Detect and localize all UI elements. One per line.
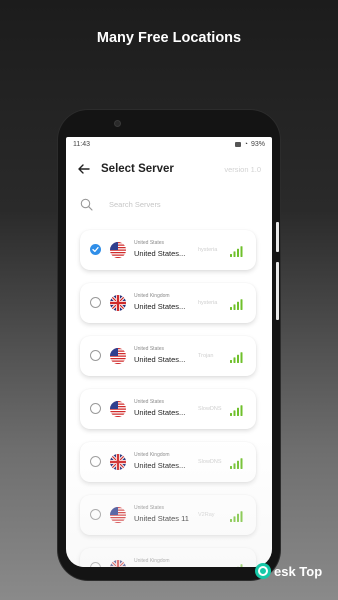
promo-headline: Many Free Locations [96, 30, 242, 46]
uk-flag-icon [110, 454, 126, 470]
radio-checked-icon[interactable] [90, 244, 101, 255]
radio-unchecked-icon[interactable] [90, 562, 101, 567]
us-flag-icon [110, 507, 126, 523]
uk-flag-icon [110, 560, 126, 567]
server-name: United States 11 [134, 514, 189, 523]
signal-strength-icon [230, 403, 244, 416]
radio-unchecked-icon[interactable] [90, 297, 101, 308]
wifi-icon: ◔ [243, 140, 248, 148]
server-card[interactable]: United States United States... hysteria [80, 230, 256, 270]
signal-strength-icon [230, 297, 244, 310]
radio-unchecked-icon[interactable] [90, 456, 101, 467]
battery-level: 93% [250, 140, 265, 148]
signal-strength-icon [230, 456, 244, 469]
server-protocol: hysteria [198, 300, 218, 306]
search-icon [80, 198, 93, 211]
radio-unchecked-icon[interactable] [90, 403, 101, 414]
server-protocol: Trojan [198, 353, 214, 359]
signal-strength-icon [230, 350, 244, 363]
phone-power-button [276, 262, 279, 320]
us-flag-icon [110, 242, 126, 258]
notification-icon [234, 141, 241, 147]
server-card[interactable]: United States United States 11 V2Ray [80, 495, 256, 535]
server-card[interactable]: United Kingdom United States... hysteria [80, 283, 256, 323]
watermark-text: esk Top [274, 563, 323, 579]
server-protocol: SlowDNS [198, 459, 222, 465]
server-card[interactable]: United States United States... SlowDNS [80, 389, 256, 429]
desktop-logo-icon [255, 563, 271, 579]
search-input[interactable]: Search Servers [109, 200, 161, 209]
server-name: United States... [134, 355, 186, 364]
radio-unchecked-icon[interactable] [90, 350, 101, 361]
server-country: United States [134, 505, 165, 511]
server-card[interactable]: United Kingdom [80, 548, 256, 567]
server-protocol: hysteria [198, 247, 218, 253]
status-time: 11:43 [73, 140, 90, 148]
server-country: United States [134, 240, 165, 246]
signal-strength-icon [230, 562, 244, 567]
signal-strength-icon [230, 509, 244, 522]
front-camera [114, 120, 121, 127]
watermark: esk Top [254, 562, 322, 580]
status-bar: 11:43 ◔ 93% [66, 137, 272, 151]
app-header: Select Server version 1.0 [66, 159, 272, 181]
us-flag-icon [110, 348, 126, 364]
server-protocol: SlowDNS [198, 406, 222, 412]
server-name: United States... [134, 249, 186, 258]
server-country: United Kingdom [134, 558, 170, 564]
us-flag-icon [110, 401, 126, 417]
page-title: Select Server [101, 163, 174, 175]
server-country: United States [134, 346, 165, 352]
server-country: United Kingdom [134, 293, 170, 299]
phone-screen: 11:43 ◔ 93% Select Server version 1.0 Se… [66, 137, 272, 567]
server-card[interactable]: United Kingdom United States... SlowDNS [80, 442, 256, 482]
signal-strength-icon [230, 244, 244, 257]
back-arrow-icon[interactable] [77, 162, 91, 176]
server-card[interactable]: United States United States... Trojan [80, 336, 256, 376]
version-label: version 1.0 [224, 165, 261, 174]
server-name: United States... [134, 302, 186, 311]
uk-flag-icon [110, 295, 126, 311]
server-country: United States [134, 399, 165, 405]
server-country: United Kingdom [134, 452, 170, 458]
server-name: United States... [134, 408, 186, 417]
radio-unchecked-icon[interactable] [90, 509, 101, 520]
phone-volume-button [276, 222, 279, 252]
server-protocol: V2Ray [198, 512, 215, 518]
server-name: United States... [134, 461, 186, 470]
search-bar[interactable]: Search Servers [80, 195, 260, 213]
